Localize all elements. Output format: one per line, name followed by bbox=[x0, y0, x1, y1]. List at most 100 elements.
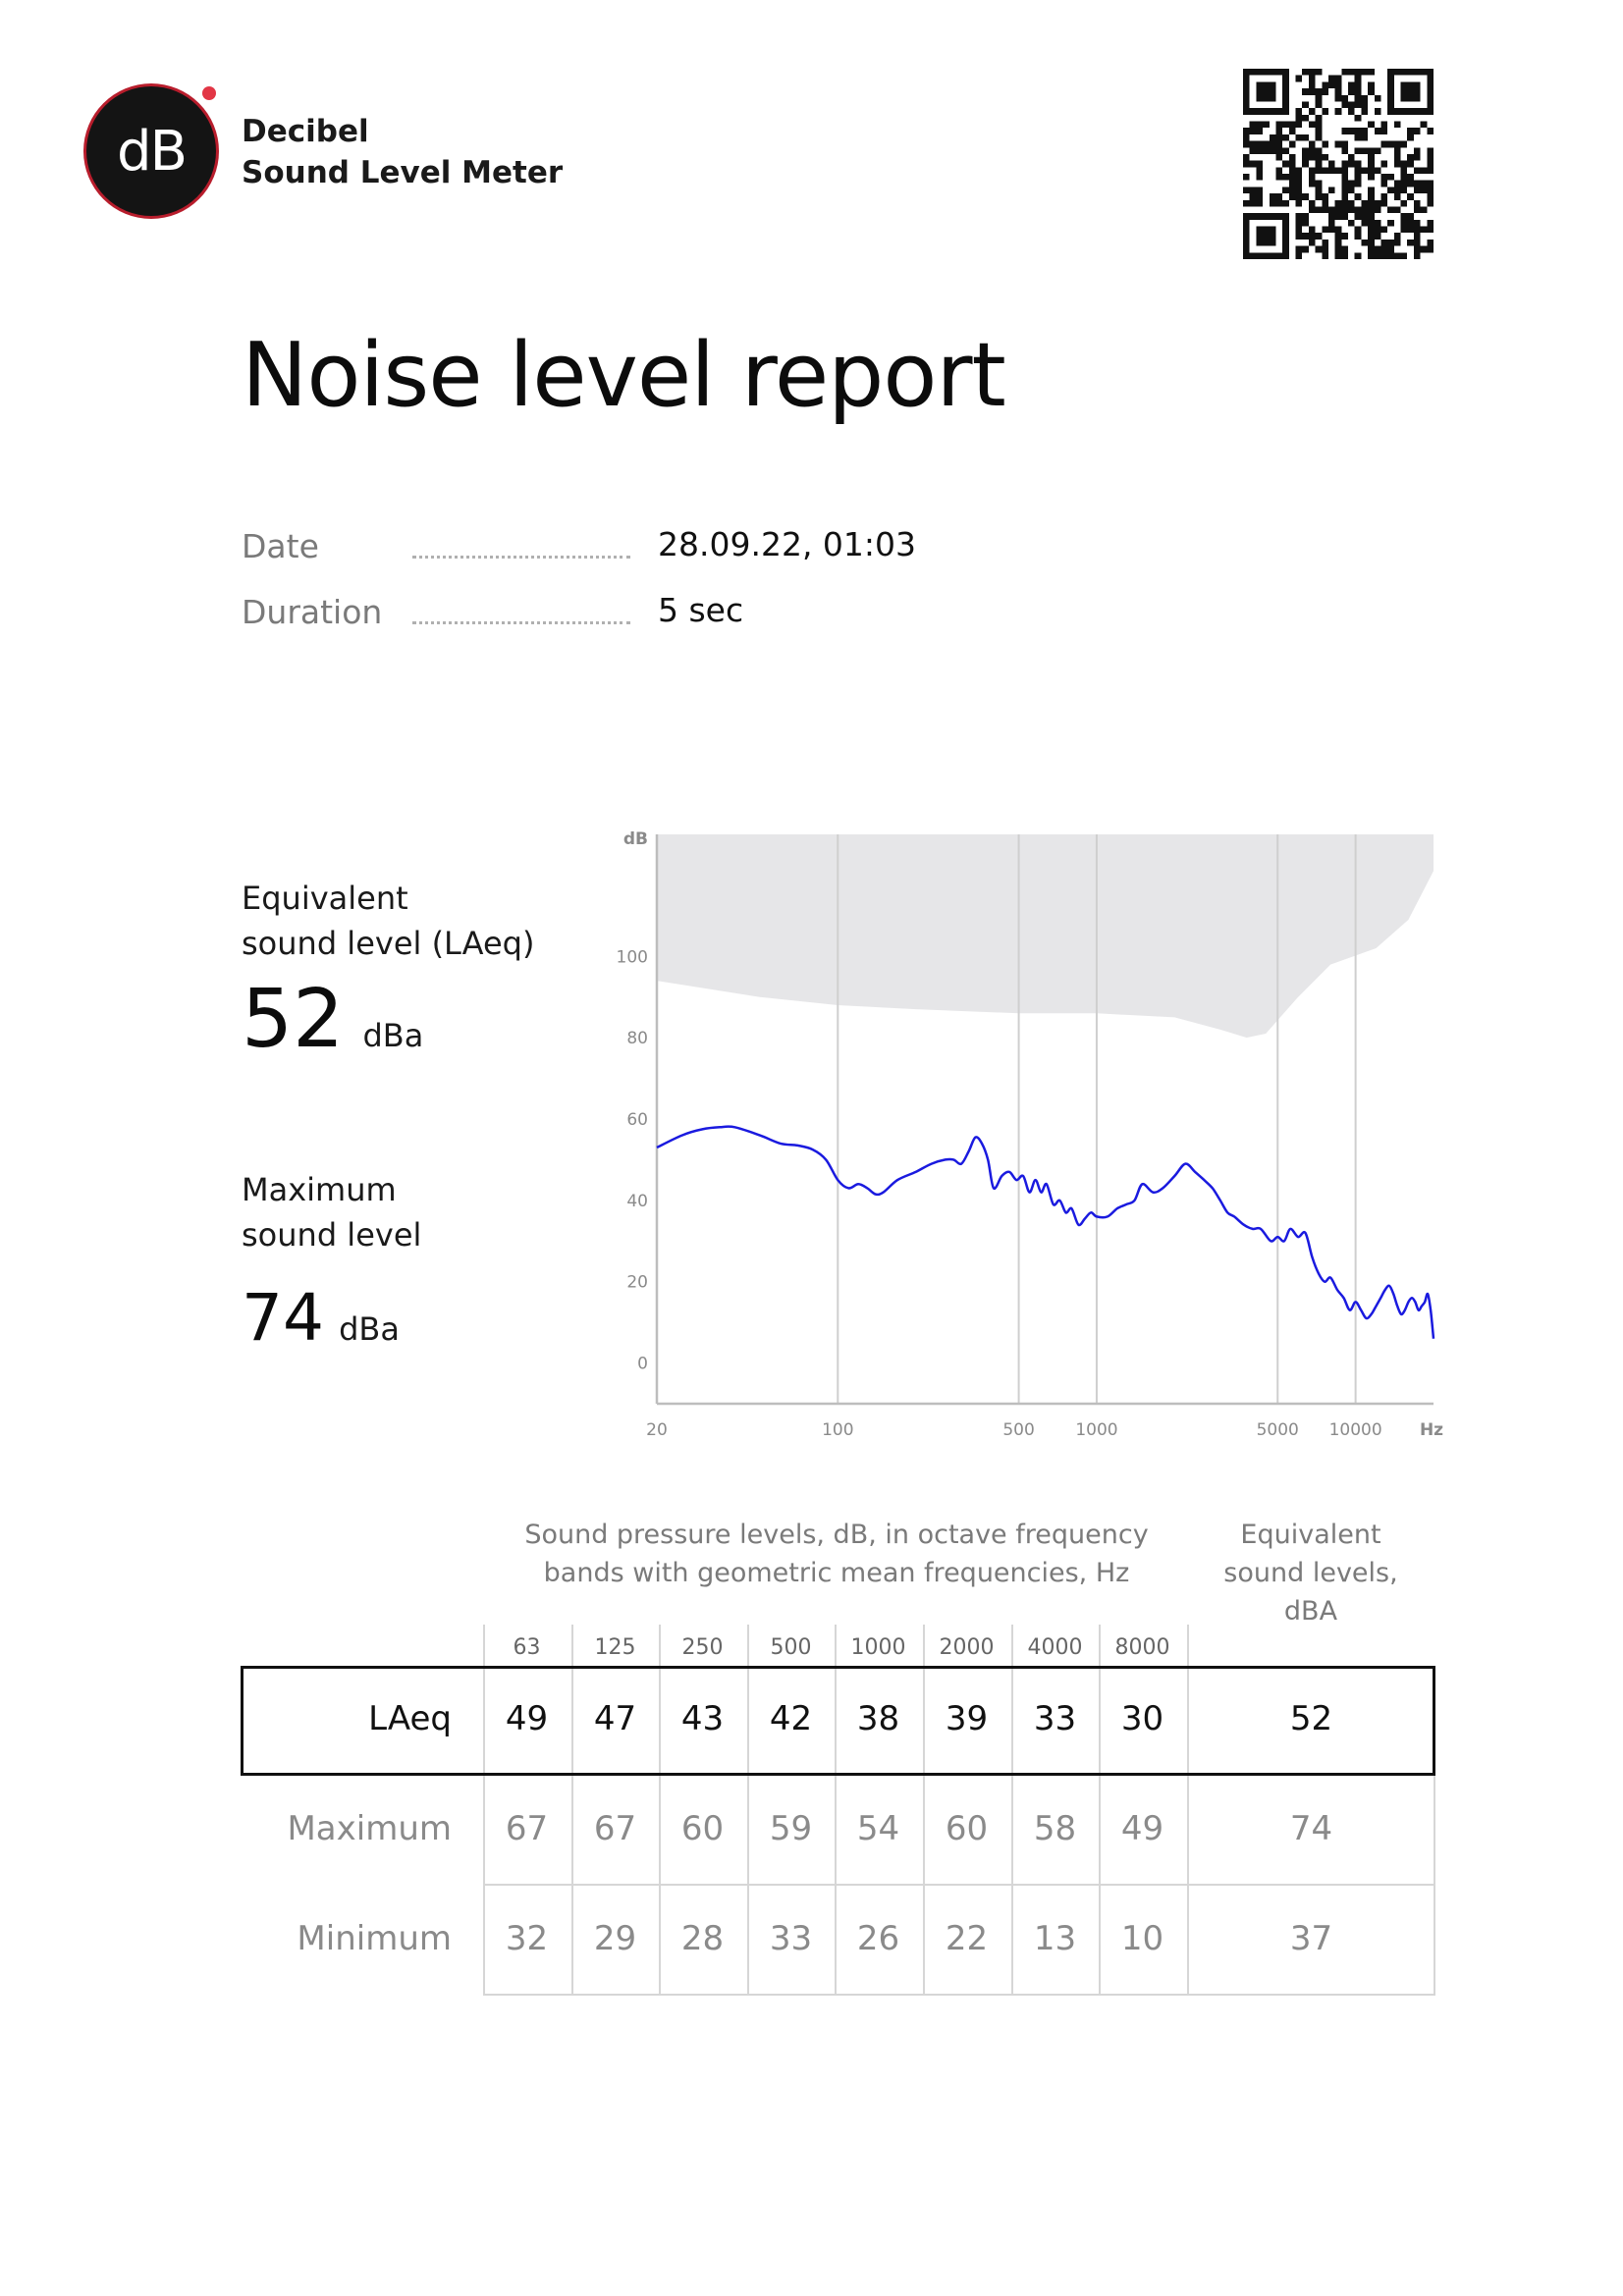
table-header-divider bbox=[1187, 1625, 1189, 1666]
table-cell: 32 bbox=[505, 1919, 549, 1958]
qr-code-icon bbox=[1243, 69, 1434, 259]
table-freq-header: 250 bbox=[681, 1635, 724, 1660]
chart-y-tick-label: 100 bbox=[617, 947, 648, 967]
max-unit: dBa bbox=[339, 1310, 400, 1348]
logo-dot-icon bbox=[202, 86, 216, 100]
table-cell: 60 bbox=[680, 1809, 725, 1848]
table-row-label: Minimum bbox=[297, 1919, 452, 1958]
table-column-divider bbox=[1099, 1776, 1101, 1886]
table-header-divider bbox=[571, 1625, 573, 1666]
table-cell: 33 bbox=[769, 1919, 813, 1958]
table-freq-header: 63 bbox=[513, 1635, 541, 1660]
table-cell: 58 bbox=[1033, 1809, 1077, 1848]
table-column-divider bbox=[747, 1886, 749, 1996]
max-label: Maximum sound level bbox=[242, 1167, 421, 1257]
table-freq-header: 125 bbox=[594, 1635, 636, 1660]
duration-label: Duration bbox=[242, 593, 383, 631]
table-cell: 28 bbox=[680, 1919, 725, 1958]
table-cell: 60 bbox=[945, 1809, 989, 1848]
chart-x-tick-label: 5000 bbox=[1257, 1420, 1299, 1440]
table-header-divider bbox=[835, 1625, 837, 1666]
table-cell: 67 bbox=[505, 1809, 549, 1848]
laeq-unit: dBa bbox=[362, 1017, 424, 1054]
table-column-divider bbox=[483, 1776, 485, 1886]
chart-x-tick-label: 500 bbox=[1002, 1420, 1034, 1440]
table-column-divider bbox=[1187, 1776, 1189, 1886]
table-row-divider bbox=[483, 1994, 1435, 1996]
table-column-divider bbox=[835, 1886, 837, 1996]
chart-x-axis-label: Hz bbox=[1420, 1420, 1443, 1440]
table-right-border bbox=[1434, 1776, 1435, 1886]
table-column-divider bbox=[1099, 1886, 1101, 1996]
max-label-line1: Maximum bbox=[242, 1171, 397, 1208]
laeq-reading: 52 dBa bbox=[242, 980, 423, 1060]
app-logo-text: dB bbox=[117, 119, 188, 184]
table-header-divider bbox=[923, 1625, 925, 1666]
max-label-line2: sound level bbox=[242, 1216, 422, 1254]
table-total-cell: 74 bbox=[1289, 1809, 1333, 1848]
duration-leader-dots bbox=[412, 621, 630, 624]
table-cell: 29 bbox=[593, 1919, 637, 1958]
chart-y-tick-label: 20 bbox=[626, 1273, 648, 1293]
chart-threshold-band bbox=[657, 834, 1434, 1039]
table-column-divider bbox=[571, 1886, 573, 1996]
table-column-divider bbox=[659, 1776, 661, 1886]
chart-y-axis-label: dB bbox=[623, 829, 648, 849]
table-row-divider bbox=[483, 1884, 1435, 1886]
table-freq-header: 1000 bbox=[850, 1635, 906, 1660]
table-header-divider bbox=[1099, 1625, 1101, 1666]
table-cell: 22 bbox=[945, 1919, 989, 1958]
chart-x-tick-label: 20 bbox=[646, 1420, 668, 1440]
table-column-divider bbox=[483, 1886, 485, 1996]
table-header-divider bbox=[483, 1625, 485, 1666]
app-name-line1: Decibel bbox=[242, 114, 369, 149]
table-header-divider bbox=[747, 1625, 749, 1666]
chart-y-tick-label: 80 bbox=[626, 1029, 648, 1048]
frequency-spectrum-chart: 0 20 40 60 80 100 dB 20 100 500 1000 5000 10000 Hz bbox=[617, 829, 1444, 1440]
date-value: 28.09.22, 01:03 bbox=[658, 525, 917, 563]
table-column-divider bbox=[1011, 1776, 1013, 1886]
laeq-label: Equivalent sound level (LAeq) bbox=[242, 876, 534, 966]
table-row-label: Maximum bbox=[287, 1809, 452, 1848]
table-cell: 26 bbox=[856, 1919, 900, 1958]
table-freq-header: 500 bbox=[770, 1635, 812, 1660]
chart-x-tick-label: 100 bbox=[822, 1420, 853, 1440]
table-cell: 10 bbox=[1120, 1919, 1164, 1958]
table-column-divider bbox=[1011, 1886, 1013, 1996]
table-header-divider bbox=[659, 1625, 661, 1666]
equivalent-caption: Equivalent sound levels, dBA bbox=[1188, 1516, 1434, 1630]
chart-y-tick-label: 40 bbox=[626, 1192, 648, 1211]
equivalent-caption-line3: dBA bbox=[1283, 1596, 1338, 1627]
date-label: Date bbox=[242, 527, 319, 565]
table-freq-header: 4000 bbox=[1027, 1635, 1083, 1660]
max-value: 74 bbox=[242, 1280, 324, 1356]
table-column-divider bbox=[923, 1886, 925, 1996]
table-cell: 67 bbox=[593, 1809, 637, 1848]
table-cell: 54 bbox=[856, 1809, 900, 1848]
duration-value: 5 sec bbox=[658, 591, 744, 629]
chart-y-tick-label: 60 bbox=[626, 1110, 648, 1130]
equivalent-caption-line2: sound levels, bbox=[1223, 1558, 1398, 1588]
table-cell: 59 bbox=[769, 1809, 813, 1848]
date-leader-dots bbox=[412, 556, 630, 559]
table-right-border bbox=[1434, 1886, 1435, 1996]
table-freq-header: 8000 bbox=[1114, 1635, 1170, 1660]
page-title: Noise level report bbox=[242, 324, 1006, 427]
chart-series-line bbox=[656, 1125, 1435, 1339]
table-header-divider bbox=[1011, 1625, 1013, 1666]
table-cell: 13 bbox=[1033, 1919, 1077, 1958]
equivalent-caption-line1: Equivalent bbox=[1240, 1520, 1381, 1550]
table-column-divider bbox=[659, 1886, 661, 1996]
chart-x-tick-label: 10000 bbox=[1329, 1420, 1382, 1440]
app-logo: dB bbox=[86, 86, 216, 216]
table-column-divider bbox=[835, 1776, 837, 1886]
table-column-divider bbox=[747, 1776, 749, 1886]
table-column-divider bbox=[1187, 1886, 1189, 1996]
table-cell: 49 bbox=[1120, 1809, 1164, 1848]
table-caption-line1: Sound pressure levels, dB, in octave fre… bbox=[524, 1520, 1149, 1550]
laeq-value: 52 bbox=[242, 973, 345, 1066]
table-total-cell: 37 bbox=[1289, 1919, 1333, 1958]
table-laeq-highlight bbox=[241, 1666, 1435, 1776]
chart-y-tick-label: 0 bbox=[637, 1355, 648, 1374]
table-caption: Sound pressure levels, dB, in octave fre… bbox=[483, 1516, 1190, 1592]
